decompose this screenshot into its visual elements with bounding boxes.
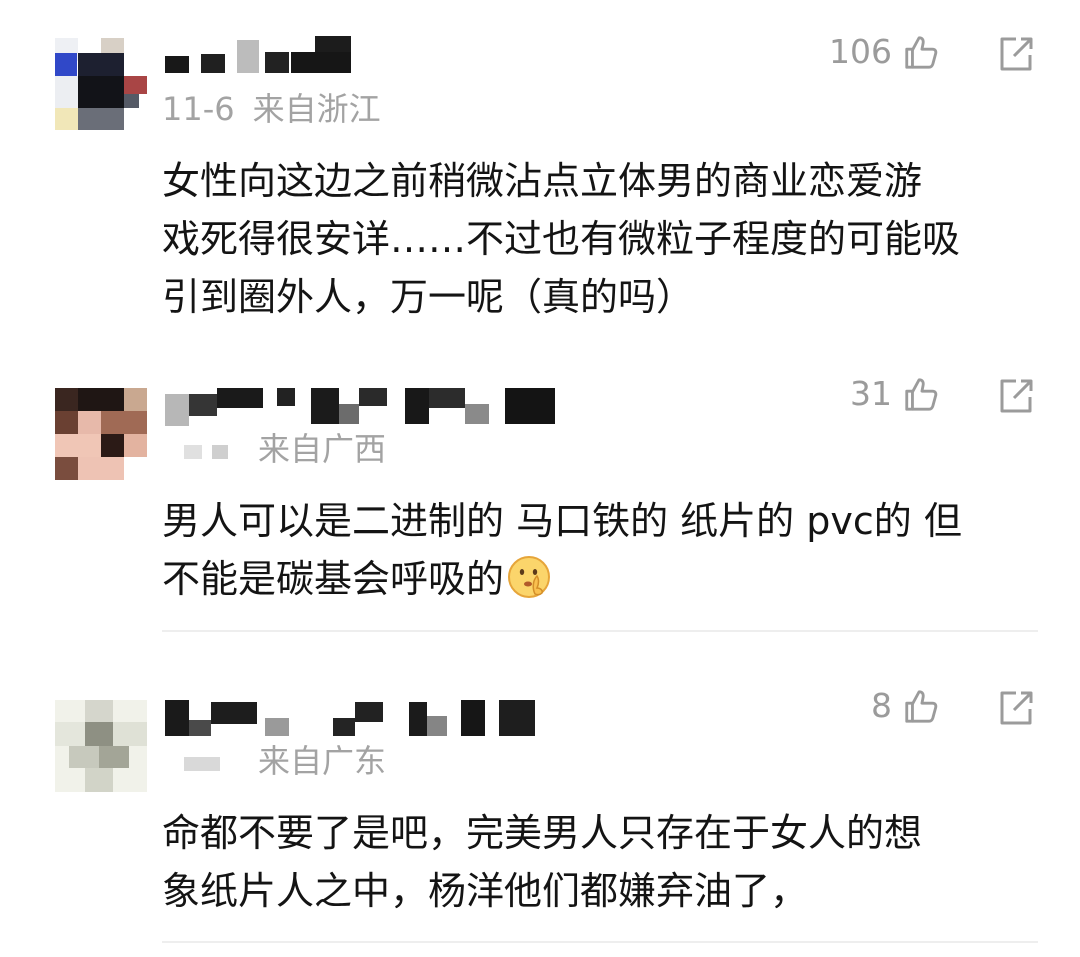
- like-count: 8: [871, 686, 892, 725]
- comment-item: 来自广东 8 命都不要了是吧，完美男人只存在于女人的想 象纸片人之中，杨洋他们都…: [0, 0, 1080, 957]
- comment-text: 命都不要了是吧，完美男人只存在于女人的想 象纸片人之中，杨洋他们都嫌弃油了，: [162, 804, 1042, 920]
- comment-line: 命都不要了是吧，完美男人只存在于女人的想: [162, 811, 923, 855]
- divider: [162, 941, 1038, 943]
- date-blurred: [162, 750, 240, 776]
- username-blurred[interactable]: [165, 700, 565, 740]
- like-button[interactable]: 8: [871, 686, 940, 725]
- comment-location: 来自广东: [258, 742, 387, 780]
- comment-meta: 来自广东: [162, 736, 386, 782]
- share-icon[interactable]: [996, 688, 1036, 728]
- comment-line: 象纸片人之中，杨洋他们都嫌弃油了，: [162, 869, 809, 913]
- avatar[interactable]: [55, 700, 147, 792]
- thumbs-up-icon: [905, 689, 938, 723]
